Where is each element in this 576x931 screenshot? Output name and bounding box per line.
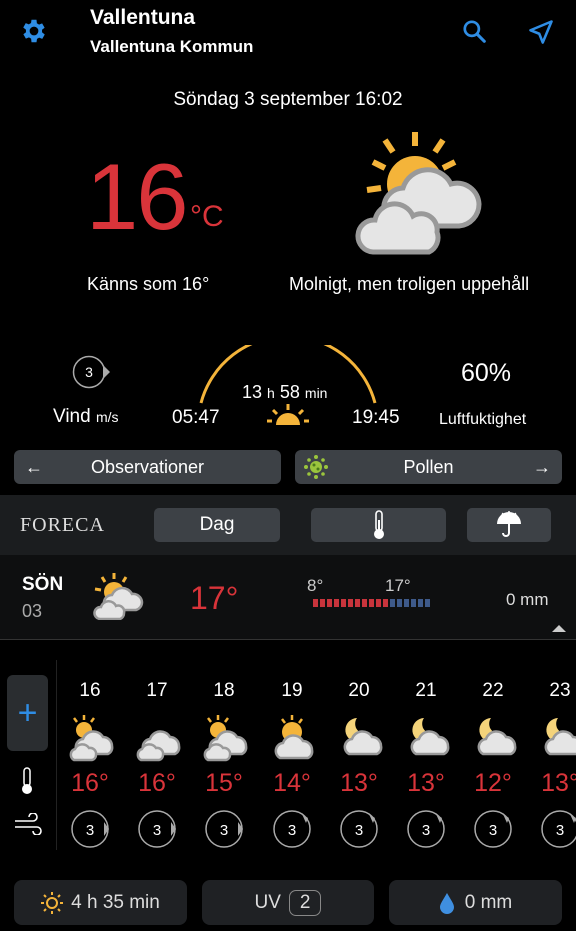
pollen-label: Pollen	[403, 456, 454, 477]
tab-precipitation[interactable]	[467, 508, 551, 542]
day-max-temp: 17°	[385, 576, 411, 595]
temperature-range-bar	[313, 599, 431, 607]
svg-text:3: 3	[489, 822, 497, 839]
sunshine-duration: 4 h 35 min	[14, 880, 187, 925]
day-temperature: 17°	[190, 580, 239, 616]
hour-temperature: 13°	[541, 769, 576, 797]
moon-cloud-icon	[404, 714, 450, 762]
hour-label: 22	[482, 680, 504, 701]
moon-cloud-icon	[337, 714, 383, 762]
raindrop-icon	[439, 892, 455, 914]
svg-text:3: 3	[288, 822, 296, 839]
day-precipitation: 0 mm	[506, 590, 549, 609]
sunrise-time: 05:47	[172, 407, 220, 428]
sun-behind-cloud-icon	[270, 714, 316, 762]
svg-text:3: 3	[220, 822, 228, 839]
wind-direction-icon: 3	[204, 809, 244, 849]
location-municipality: Vallentuna Kommun	[90, 37, 254, 56]
tab-temperature[interactable]	[311, 508, 446, 542]
add-parameter-button[interactable]: +	[7, 675, 48, 751]
pollen-icon	[295, 454, 335, 480]
day-length: 13 h 58 min	[242, 382, 328, 402]
partly-cloudy-day-icon	[68, 714, 114, 762]
sunset-time: 19:45	[352, 407, 400, 428]
hour-temperature: 14°	[273, 769, 311, 797]
wind-label: Vind m/s	[53, 406, 119, 427]
hour-label: 21	[415, 680, 437, 701]
thermometer-icon	[372, 510, 386, 540]
partly-cloudy-day-icon	[202, 714, 248, 762]
partly-cloudy-day-icon	[92, 572, 146, 620]
current-temperature: 16	[86, 144, 189, 249]
day-date: 03	[22, 601, 43, 621]
moon-cloud-icon	[538, 714, 576, 762]
location-name[interactable]: Vallentuna	[90, 6, 195, 30]
uv-index: UV 2	[202, 880, 374, 925]
humidity-label: Luftfuktighet	[439, 411, 527, 428]
arrow-left-icon: ←	[25, 456, 43, 477]
hour-label: 19	[281, 680, 303, 701]
observations-label: Observationer	[90, 456, 205, 477]
hour-temperature: 16°	[138, 769, 176, 797]
sun-icon	[41, 891, 64, 914]
hour-temperature: 15°	[205, 769, 243, 797]
sunset-sun-icon	[267, 404, 309, 426]
wind-direction-icon: 3	[339, 809, 379, 849]
hour-label: 18	[213, 680, 235, 701]
wind-direction-icon: 3	[272, 809, 312, 849]
location-arrow-icon[interactable]	[524, 15, 558, 49]
svg-text:3: 3	[422, 822, 430, 839]
svg-text:3: 3	[85, 364, 93, 380]
hour-label: 20	[348, 680, 370, 701]
moon-cloud-icon	[471, 714, 517, 762]
wind-direction-icon: 3	[137, 809, 177, 849]
pollen-button[interactable]: Pollen →	[295, 450, 562, 484]
uv-value-badge: 2	[288, 889, 322, 916]
hour-label: 23	[549, 680, 571, 701]
current-datetime: Söndag 3 september 16:02	[173, 89, 403, 110]
hour-temperature: 13°	[340, 769, 378, 797]
precipitation-total: 0 mm	[389, 880, 562, 925]
svg-text:3: 3	[556, 822, 564, 839]
feels-like-text: Känns som 16°	[87, 274, 210, 294]
foreca-logo: FORECA	[20, 514, 105, 536]
hourly-divider	[56, 660, 57, 850]
svg-text:3: 3	[355, 822, 363, 839]
wind-direction-icon: 3	[70, 809, 110, 849]
day-min-temp: 8°	[307, 576, 324, 595]
wind-direction-icon: 3	[406, 809, 446, 849]
hour-temperature: 13°	[407, 769, 445, 797]
sun-behind-clouds-icon	[355, 128, 490, 256]
humidity-value: 60%	[461, 359, 512, 387]
hour-label: 16	[79, 680, 101, 701]
cloudy-icon	[135, 714, 181, 762]
collapse-triangle-icon[interactable]	[552, 625, 566, 632]
svg-text:3: 3	[153, 822, 161, 839]
hour-temperature: 12°	[474, 769, 512, 797]
wind-direction-icon: 3	[540, 809, 576, 849]
svg-text:3: 3	[86, 822, 94, 839]
umbrella-icon	[495, 511, 523, 539]
condition-text: Molnigt, men troligen uppehåll	[289, 274, 530, 294]
observations-button[interactable]: ← Observationer	[14, 450, 281, 484]
arrow-right-icon: →	[533, 456, 551, 477]
search-icon[interactable]	[458, 15, 490, 47]
tab-day[interactable]: Dag	[154, 508, 280, 542]
wind-direction-icon: 3	[72, 355, 110, 389]
today-summary-row[interactable]	[0, 555, 576, 640]
day-name: SÖN	[22, 574, 64, 595]
temperature-unit[interactable]: °C	[190, 200, 224, 234]
wind-direction-icon: 3	[473, 809, 513, 849]
hour-label: 17	[146, 680, 168, 701]
wind-row-icon	[13, 813, 43, 835]
thermometer-row-icon	[20, 767, 34, 795]
settings-gear-icon[interactable]	[18, 15, 50, 47]
hour-temperature: 16°	[71, 769, 109, 797]
